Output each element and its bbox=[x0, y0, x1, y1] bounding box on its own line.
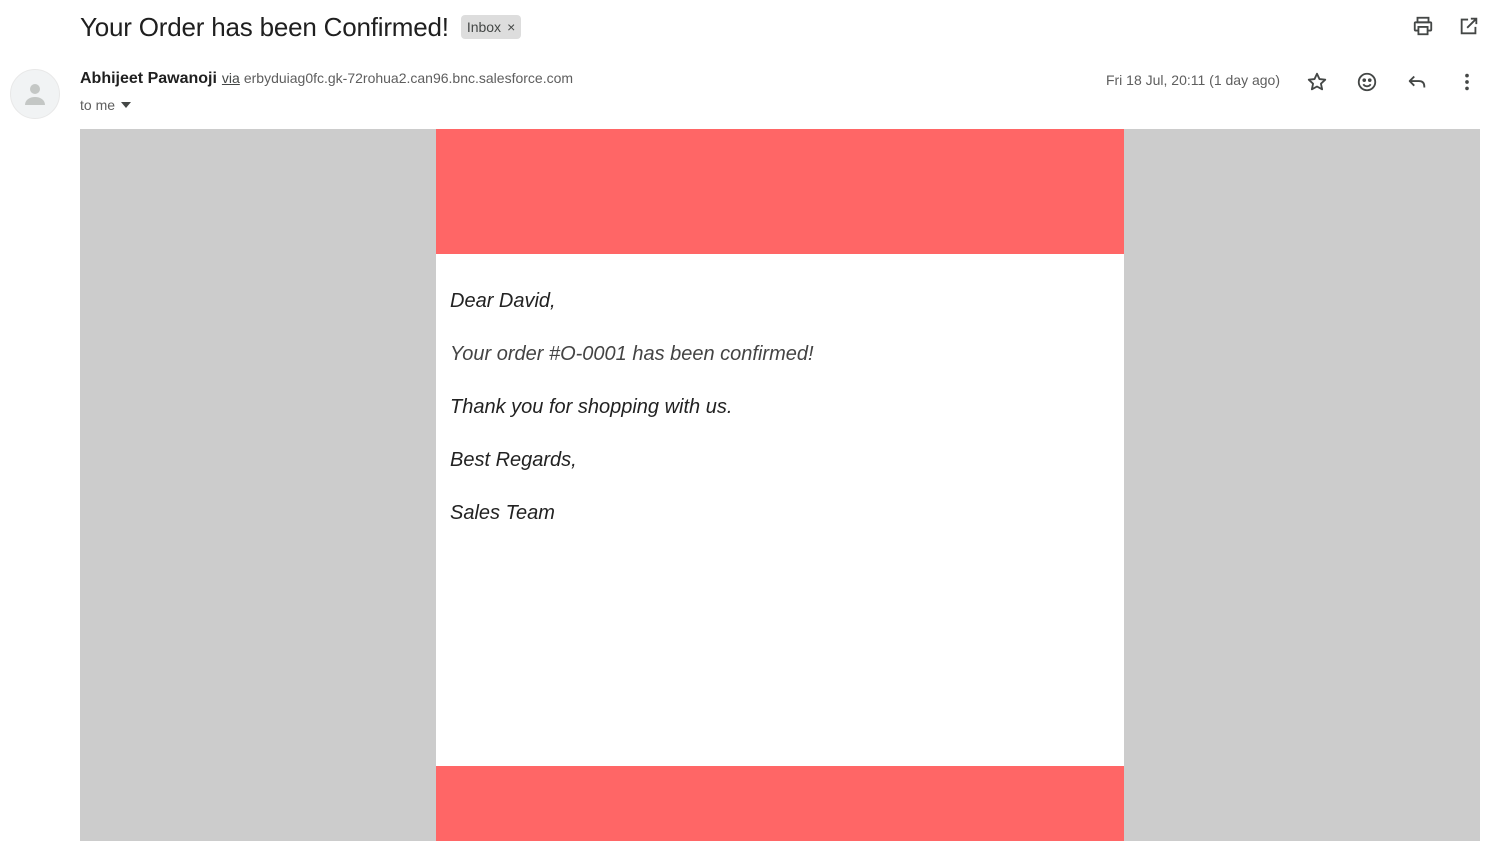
person-icon bbox=[25, 84, 45, 105]
message-actions bbox=[1305, 70, 1479, 94]
recipient-details-toggle[interactable]: to me bbox=[80, 97, 132, 113]
open-in-new-window-icon[interactable] bbox=[1457, 14, 1481, 38]
email-body: Dear David, Your order #O-0001 has been … bbox=[450, 289, 1110, 554]
thread-actions bbox=[1411, 14, 1481, 38]
via-link[interactable]: via bbox=[222, 70, 240, 86]
to-text: to me bbox=[80, 97, 116, 113]
printer-icon[interactable] bbox=[1411, 14, 1435, 38]
footer-banner bbox=[436, 766, 1124, 841]
header-banner bbox=[436, 129, 1124, 254]
subject-row: Your Order has been Confirmed! Inbox × bbox=[80, 8, 522, 46]
emoji-reaction-icon[interactable] bbox=[1355, 70, 1379, 94]
thanks-line: Thank you for shopping with us. bbox=[450, 396, 733, 418]
greeting: Dear David, bbox=[450, 290, 556, 312]
inbox-label-chip[interactable]: Inbox × bbox=[460, 15, 522, 39]
confirmation-line: Your order #O-0001 has been confirmed! bbox=[450, 343, 814, 365]
via-domain: erbyduiag0fc.gk-72rohua2.can96.bnc.sales… bbox=[243, 70, 574, 86]
remove-label-icon[interactable]: × bbox=[507, 19, 515, 35]
chevron-down-icon bbox=[121, 102, 132, 108]
more-options-icon[interactable] bbox=[1455, 70, 1479, 94]
sender-line: Abhijeet Pawanoji via erbyduiag0fc.gk-72… bbox=[80, 70, 573, 88]
label-text: Inbox bbox=[466, 19, 502, 35]
message-date: Fri 18 Jul, 20:11 (1 day ago) bbox=[1105, 72, 1280, 88]
signature: Sales Team bbox=[450, 502, 555, 524]
email-subject: Your Order has been Confirmed! bbox=[80, 11, 449, 42]
email-card: Dear David, Your order #O-0001 has been … bbox=[436, 129, 1124, 841]
sender-avatar[interactable] bbox=[10, 69, 60, 119]
reply-icon[interactable] bbox=[1405, 70, 1429, 94]
star-icon[interactable] bbox=[1305, 70, 1329, 94]
sender-name[interactable]: Abhijeet Pawanoji bbox=[80, 70, 217, 88]
closing-line: Best Regards, bbox=[450, 449, 577, 471]
email-content-frame: Dear David, Your order #O-0001 has been … bbox=[80, 129, 1480, 841]
